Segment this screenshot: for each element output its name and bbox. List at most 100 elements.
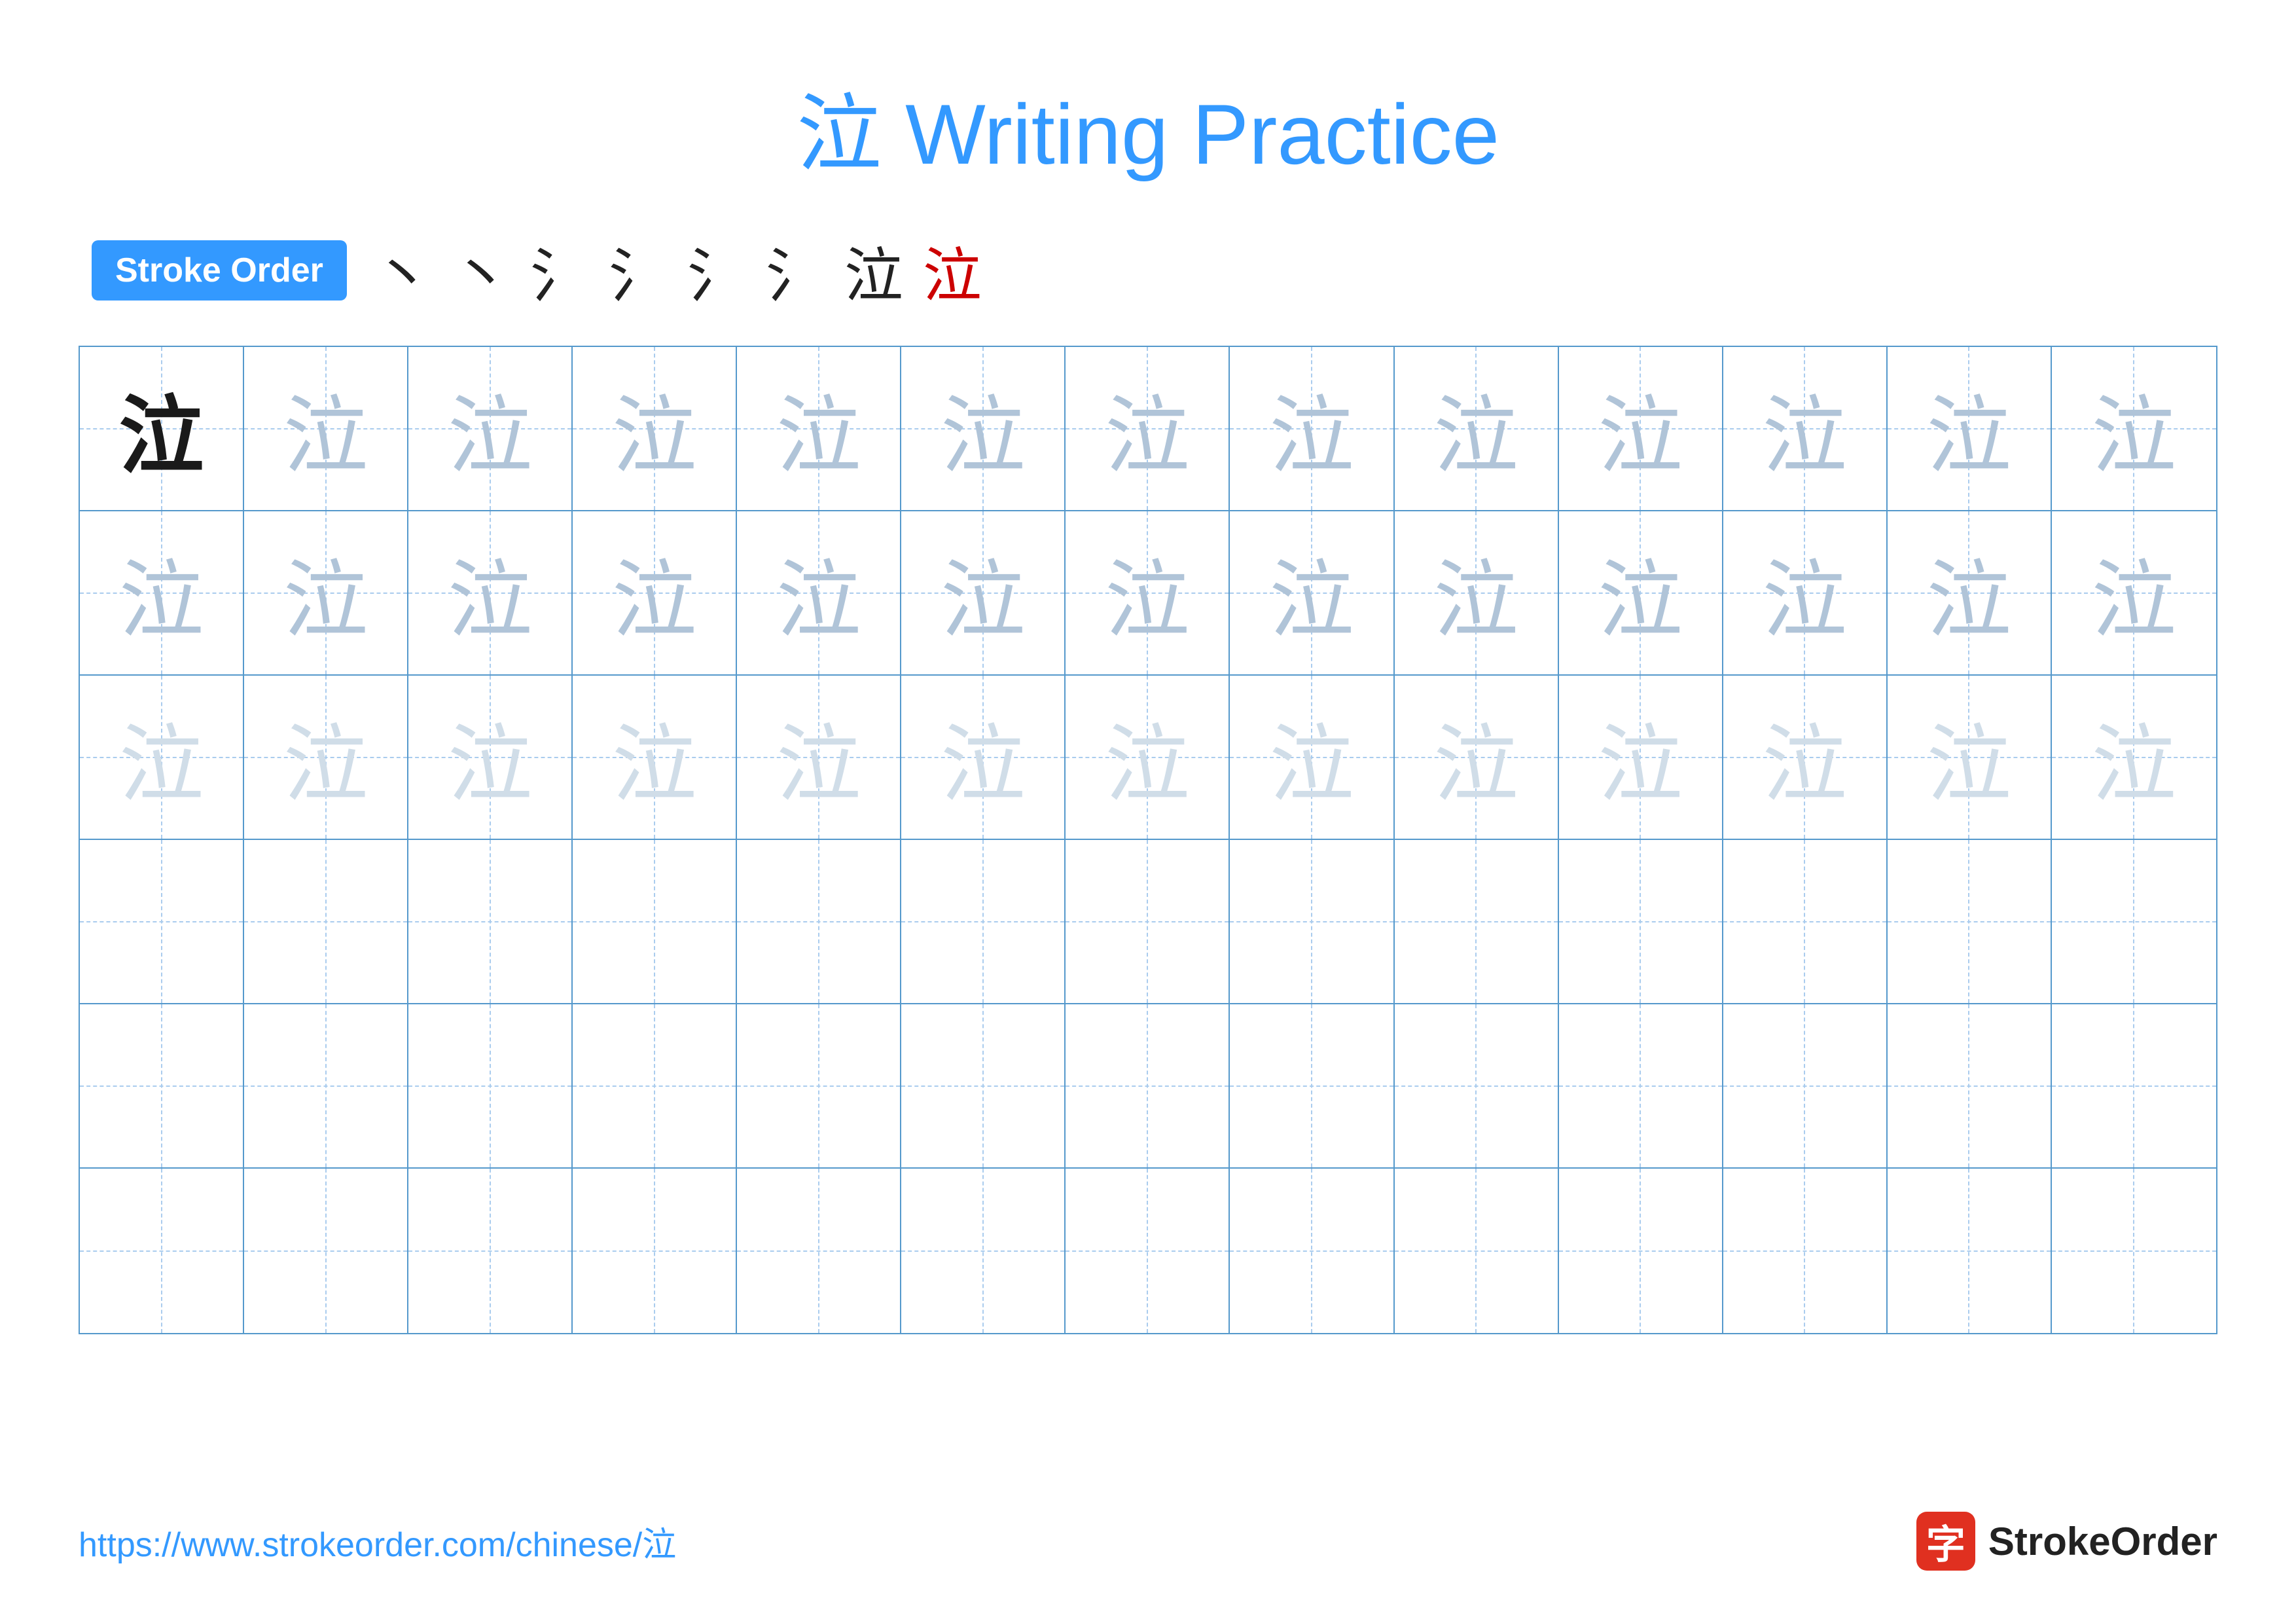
- cell-character: 泣: [1433, 696, 1518, 819]
- grid-cell: [737, 1169, 901, 1333]
- grid-cell: 泣: [1230, 511, 1394, 676]
- grid-row: [80, 840, 2216, 1004]
- cell-character: 泣: [1269, 696, 1354, 819]
- grid-row: 泣泣泣泣泣泣泣泣泣泣泣泣泣: [80, 347, 2216, 511]
- grid-row: [80, 1004, 2216, 1169]
- grid-cell: [1559, 1004, 1723, 1169]
- cell-character: 泣: [612, 696, 697, 819]
- brand-icon: 字: [1916, 1512, 1975, 1571]
- grid-cell: [244, 1004, 408, 1169]
- grid-cell: 泣: [1066, 676, 1230, 840]
- grid-cell: 泣: [1888, 347, 2052, 511]
- cell-character: 泣: [1598, 367, 1683, 490]
- cell-character: 泣: [612, 367, 697, 490]
- cell-character: 泣: [1762, 532, 1847, 655]
- stroke-seq-step: 氵: [687, 228, 746, 313]
- grid-cell: [737, 840, 901, 1004]
- grid-cell: [1230, 840, 1394, 1004]
- grid-cell: [80, 1169, 244, 1333]
- grid-cell: 泣: [1723, 347, 1888, 511]
- grid-cell: 泣: [573, 676, 737, 840]
- stroke-seq-step: 丶: [373, 228, 432, 313]
- footer-brand: 字 StrokeOrder: [1916, 1512, 2217, 1571]
- grid-row: 泣泣泣泣泣泣泣泣泣泣泣泣泣: [80, 511, 2216, 676]
- grid-cell: 泣: [2052, 676, 2216, 840]
- grid-cell: [737, 1004, 901, 1169]
- cell-character: 泣: [119, 532, 204, 655]
- stroke-order-area: Stroke Order 丶丶氵氵氵氵泣泣: [92, 228, 2217, 313]
- grid-cell: [408, 1169, 573, 1333]
- cell-character: 泣: [941, 367, 1026, 490]
- grid-cell: [1559, 840, 1723, 1004]
- grid-row: [80, 1169, 2216, 1333]
- grid-cell: 泣: [1230, 347, 1394, 511]
- cell-character: 泣: [2091, 532, 2176, 655]
- cell-character: 泣: [283, 696, 368, 819]
- grid-cell: [2052, 1004, 2216, 1169]
- grid-cell: 泣: [1559, 511, 1723, 676]
- cell-character: 泣: [1762, 367, 1847, 490]
- grid-cell: [408, 1004, 573, 1169]
- cell-character: 泣: [1433, 367, 1518, 490]
- cell-character: 泣: [1105, 367, 1190, 490]
- page-title: 泣 Writing Practice: [79, 65, 2217, 189]
- grid-cell: 泣: [1066, 511, 1230, 676]
- grid-cell: [2052, 840, 2216, 1004]
- stroke-seq-step: 氵: [766, 228, 825, 313]
- cell-character: 泣: [283, 367, 368, 490]
- cell-character: 泣: [283, 532, 368, 655]
- grid-cell: 泣: [2052, 347, 2216, 511]
- cell-character: 泣: [1105, 696, 1190, 819]
- grid-cell: [901, 1169, 1066, 1333]
- cell-character: 泣: [119, 696, 204, 819]
- grid-cell: [1395, 1169, 1559, 1333]
- grid-cell: [901, 1004, 1066, 1169]
- grid-cell: 泣: [1395, 347, 1559, 511]
- footer-url[interactable]: https://www.strokeorder.com/chinese/泣: [79, 1517, 676, 1566]
- grid-cell: [1066, 840, 1230, 1004]
- cell-character: 泣: [941, 532, 1026, 655]
- stroke-order-badge: Stroke Order: [92, 240, 347, 301]
- grid-cell: [1395, 1004, 1559, 1169]
- grid-cell: [1066, 1169, 1230, 1333]
- grid-cell: 泣: [2052, 511, 2216, 676]
- grid-cell: 泣: [80, 676, 244, 840]
- grid-cell: [1395, 840, 1559, 1004]
- grid-cell: 泣: [408, 511, 573, 676]
- cell-character: 泣: [1269, 532, 1354, 655]
- grid-cell: [244, 1169, 408, 1333]
- grid-cell: [1888, 1004, 2052, 1169]
- grid-cell: [244, 840, 408, 1004]
- grid-cell: 泣: [737, 511, 901, 676]
- cell-character: 泣: [1926, 367, 2011, 490]
- cell-character: 泣: [1598, 696, 1683, 819]
- grid-cell: [1723, 1169, 1888, 1333]
- grid-cell: 泣: [573, 511, 737, 676]
- cell-character: 泣: [776, 696, 861, 819]
- grid-cell: 泣: [80, 347, 244, 511]
- grid-cell: 泣: [408, 347, 573, 511]
- cell-character: 泣: [1926, 696, 2011, 819]
- cell-character: 泣: [448, 532, 533, 655]
- grid-cell: 泣: [737, 347, 901, 511]
- stroke-seq-step: 氵: [609, 228, 668, 313]
- brand-name: StrokeOrder: [1988, 1519, 2217, 1564]
- grid-cell: 泣: [901, 676, 1066, 840]
- grid-cell: [573, 840, 737, 1004]
- grid-cell: [1888, 1169, 2052, 1333]
- cell-character: 泣: [119, 367, 204, 490]
- grid-cell: 泣: [737, 676, 901, 840]
- grid-cell: 泣: [901, 511, 1066, 676]
- title-area: 泣 Writing Practice: [79, 65, 2217, 189]
- grid-cell: 泣: [1230, 676, 1394, 840]
- grid-cell: 泣: [244, 347, 408, 511]
- grid-cell: [1723, 840, 1888, 1004]
- cell-character: 泣: [776, 367, 861, 490]
- grid-cell: 泣: [408, 676, 573, 840]
- cell-character: 泣: [776, 532, 861, 655]
- cell-character: 泣: [448, 696, 533, 819]
- stroke-sequence: 丶丶氵氵氵氵泣泣: [373, 228, 982, 313]
- grid-cell: [80, 1004, 244, 1169]
- grid-cell: 泣: [1723, 511, 1888, 676]
- grid-cell: 泣: [901, 347, 1066, 511]
